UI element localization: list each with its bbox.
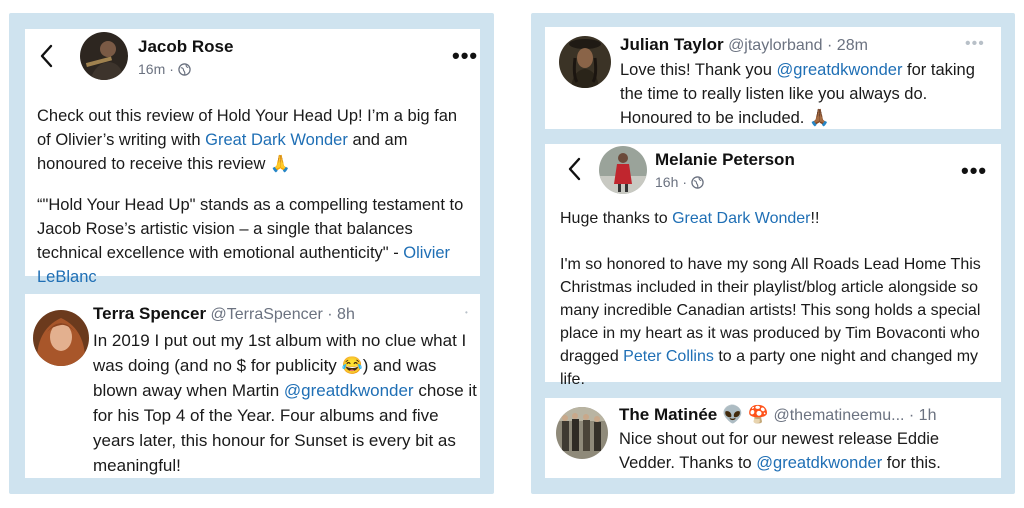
post-time: 16h <box>655 174 679 190</box>
meta-separator: · <box>169 61 174 77</box>
chevron-left-icon[interactable] <box>39 44 53 68</box>
more-icon[interactable]: ••• <box>452 45 478 67</box>
post-paragraph: Huge thanks to Great Dark Wonder!! <box>560 210 820 227</box>
tweet-julian: Julian Taylor @jtaylorband · 28m ••• Lov… <box>545 27 1001 129</box>
post-time: 1h <box>918 407 937 424</box>
meta-separator: · <box>822 37 837 54</box>
avatar[interactable] <box>599 146 647 194</box>
post-body: Nice shout out for our newest release Ed… <box>619 430 941 472</box>
tweet-header: The Matinée 👽 🍄 @thematineemu... · 1h <box>619 405 936 425</box>
author-handle[interactable]: @TerraSpencer <box>211 306 323 323</box>
more-icon[interactable]: ••• <box>961 160 987 182</box>
tweet-header: Terra Spencer @TerraSpencer · 8h <box>93 304 355 324</box>
author-handle[interactable]: @jtaylorband <box>728 37 823 54</box>
post-meta: 16h · <box>655 174 704 190</box>
avatar[interactable] <box>33 310 89 366</box>
avatar[interactable] <box>556 407 608 459</box>
tweet-header: Julian Taylor @jtaylorband · 28m <box>620 35 868 55</box>
post-paragraph: Check out this review of Hold Your Head … <box>37 107 458 173</box>
tweet-matinee: The Matinée 👽 🍄 @thematineemu... · 1h Ni… <box>545 398 1001 478</box>
author-handle[interactable]: @thematineemu... <box>773 407 904 424</box>
meta-separator: · <box>682 174 688 190</box>
avatar[interactable] <box>80 32 128 80</box>
post-time: 28m <box>836 37 868 54</box>
more-icon[interactable]: ••• <box>965 36 985 52</box>
post-body: Love this! Thank you @greatdkwonder for … <box>620 61 975 127</box>
post-paragraph: I'm so honored to have my song All Roads… <box>560 256 981 388</box>
profile-link[interactable]: Peter Collins <box>623 348 714 365</box>
facebook-post-melanie: Melanie Peterson 16h · ••• Huge thanks t… <box>545 144 1001 388</box>
post-body: Check out this review of Hold Your Head … <box>37 104 467 289</box>
post-body: Huge thanks to Great Dark Wonder!! I'm s… <box>560 207 992 391</box>
more-icon[interactable]: • <box>465 308 469 318</box>
post-body: In 2019 I put out my 1st album with no c… <box>93 331 477 475</box>
avatar[interactable] <box>559 36 611 88</box>
mention-link[interactable]: @greatdkwonder <box>756 454 882 472</box>
tweet-terra: Terra Spencer @TerraSpencer · 8h • In 20… <box>25 294 480 478</box>
author-name[interactable]: The Matinée 👽 🍄 <box>619 405 769 424</box>
meta-separator: · <box>322 306 338 323</box>
author-name[interactable]: Melanie Peterson <box>655 150 795 170</box>
page-link[interactable]: Great Dark Wonder <box>672 210 810 227</box>
facebook-post-jacob: Jacob Rose 16m · ••• Check out this revi… <box>25 29 480 286</box>
mention-link[interactable]: @greatdkwonder <box>777 61 903 79</box>
post-meta: 16m · <box>138 61 191 77</box>
post-time: 8h <box>337 306 355 323</box>
author-name[interactable]: Terra Spencer <box>93 304 206 323</box>
globe-icon <box>691 175 704 189</box>
globe-icon <box>178 62 191 76</box>
mention-link[interactable]: @greatdkwonder <box>284 381 414 400</box>
page-link[interactable]: Great Dark Wonder <box>205 131 348 149</box>
author-name[interactable]: Jacob Rose <box>138 37 233 57</box>
meta-separator: · <box>904 407 919 424</box>
author-name[interactable]: Julian Taylor <box>620 35 724 54</box>
chevron-left-icon[interactable] <box>567 157 581 181</box>
post-time: 16m <box>138 61 166 77</box>
review-quote: “"Hold Your Head Up" stands as a compell… <box>37 196 464 286</box>
